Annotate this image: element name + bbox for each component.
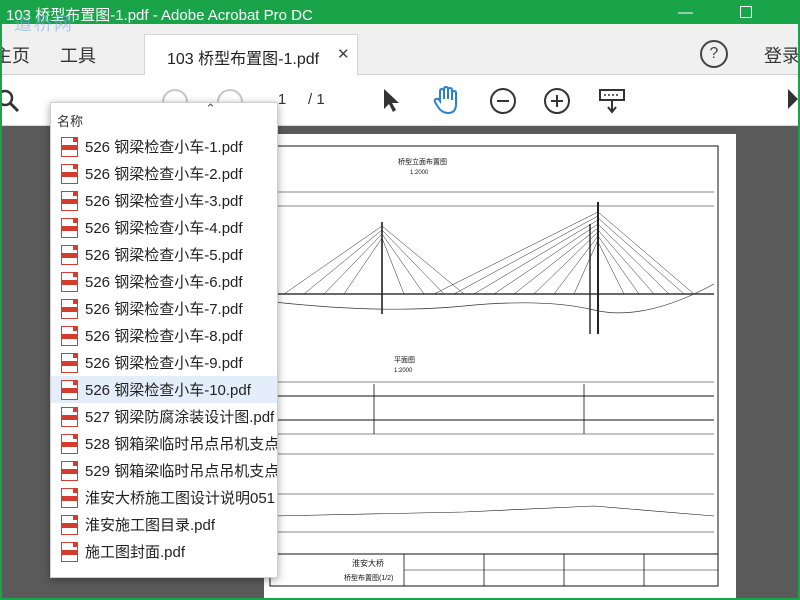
help-icon[interactable]: ? (700, 40, 728, 68)
pdf-file-icon (61, 245, 78, 265)
file-name: 528 钢箱梁临时吊点吊机支点 (85, 436, 278, 453)
zoom-out-icon[interactable] (489, 87, 517, 115)
more-tools-icon[interactable] (786, 87, 800, 111)
elevation-scale: 1:2000 (410, 170, 429, 176)
file-item[interactable]: 526 钢梁检查小车-4.pdf (51, 214, 277, 241)
plan-scale: 1:2000 (394, 368, 413, 374)
select-cursor-icon[interactable] (380, 87, 402, 113)
document-tab-label: 103 桥型布置图-1.pdf (167, 51, 320, 68)
file-name: 526 钢梁检查小车-6.pdf (85, 274, 243, 291)
app-window: 103 桥型布置图-1.pdf - Adobe Acrobat Pro DC —… (0, 0, 800, 600)
elevation-title: 桥型立面布置图 (398, 157, 447, 166)
pdf-file-icon (61, 299, 78, 319)
file-name: 526 钢梁检查小车-2.pdf (85, 166, 243, 183)
recent-files-popup: 名称 ⌃ 526 钢梁检查小车-1.pdf 526 钢梁检查小车-2.pdf 526… (50, 102, 278, 578)
maximize-icon[interactable] (740, 6, 752, 18)
pdf-file-icon (61, 488, 78, 508)
pdf-file-icon (61, 515, 78, 535)
file-item[interactable]: 淮安施工图目录.pdf (51, 511, 277, 538)
file-name: 526 钢梁检查小车-4.pdf (85, 220, 243, 237)
marquee-zoom-icon[interactable] (598, 87, 626, 115)
block-subtitle: 桥型布置图(1/2) (344, 573, 393, 582)
site-watermark: 道桥网 (14, 14, 74, 35)
file-item[interactable]: 527 钢梁防腐涂装设计图.pdf (51, 403, 277, 430)
file-name: 527 钢梁防腐涂装设计图.pdf (85, 409, 275, 426)
file-item[interactable]: 526 钢梁检查小车-3.pdf (51, 187, 277, 214)
block-title: 淮安大桥 (352, 558, 384, 568)
pdf-file-icon (61, 164, 78, 184)
file-item[interactable]: 526 钢梁检查小车-10.pdf (51, 376, 277, 403)
pdf-file-icon (61, 353, 78, 373)
name-column-header[interactable]: 名称 (57, 111, 83, 130)
minimize-icon[interactable]: — (678, 4, 693, 21)
page-total: / 1 (308, 91, 325, 108)
title-bar: 103 桥型布置图-1.pdf - Adobe Acrobat Pro DC — (2, 2, 798, 24)
file-item[interactable]: 528 钢箱梁临时吊点吊机支点 (51, 430, 277, 457)
signin-link[interactable]: 登录 (764, 42, 798, 68)
tab-home[interactable]: 主页 (2, 42, 30, 68)
file-name: 526 钢梁检查小车-1.pdf (85, 139, 243, 156)
pdf-file-icon (61, 272, 78, 292)
close-icon[interactable]: ✕ (337, 45, 350, 63)
file-item[interactable]: 526 钢梁检查小车-8.pdf (51, 322, 277, 349)
pdf-file-icon (61, 542, 78, 562)
file-item[interactable]: 施工图封面.pdf (51, 538, 277, 565)
pdf-file-icon (61, 461, 78, 481)
file-item[interactable]: 淮安大桥施工图设计说明051 (51, 484, 277, 511)
engineering-drawing: 桥型立面布置图 1:2000 平面图 1:2000 淮安大桥 桥型布置图(1/2… (269, 145, 719, 587)
tab-document[interactable]: 103 桥型布置图-1.pdf ✕ (144, 34, 358, 75)
file-item[interactable]: 529 钢箱梁临时吊点吊机支点 (51, 457, 277, 484)
sort-chevron-icon[interactable]: ⌃ (205, 103, 216, 117)
file-item[interactable]: 526 钢梁检查小车-1.pdf (51, 133, 277, 160)
search-icon[interactable] (0, 89, 20, 113)
file-name: 526 钢梁检查小车-9.pdf (85, 355, 243, 372)
pdf-file-icon (61, 380, 78, 400)
file-item[interactable]: 526 钢梁检查小车-5.pdf (51, 241, 277, 268)
file-name: 淮安大桥施工图设计说明051 (85, 490, 276, 507)
file-name: 529 钢箱梁临时吊点吊机支点 (85, 463, 278, 480)
file-item[interactable]: 526 钢梁检查小车-2.pdf (51, 160, 277, 187)
hand-tool-icon[interactable] (432, 85, 462, 115)
tab-bar: 主页 工具 103 桥型布置图-1.pdf ✕ ? 登录 (2, 24, 798, 75)
pdf-file-icon (61, 326, 78, 346)
pdf-file-icon (61, 191, 78, 211)
pdf-file-icon (61, 434, 78, 454)
file-name: 526 钢梁检查小车-10.pdf (85, 382, 251, 399)
file-item[interactable]: 526 钢梁检查小车-6.pdf (51, 268, 277, 295)
tab-tools[interactable]: 工具 (60, 42, 96, 68)
file-name: 施工图封面.pdf (85, 544, 186, 561)
pdf-file-icon (61, 137, 78, 157)
file-name: 淮安施工图目录.pdf (85, 517, 216, 534)
file-name: 526 钢梁检查小车-8.pdf (85, 328, 243, 345)
zoom-in-icon[interactable] (543, 87, 571, 115)
file-item[interactable]: 526 钢梁检查小车-9.pdf (51, 349, 277, 376)
pdf-page: 桥型立面布置图 1:2000 平面图 1:2000 淮安大桥 桥型布置图(1/2… (264, 134, 736, 598)
file-name: 526 钢梁检查小车-5.pdf (85, 247, 243, 264)
plan-title: 平面图 (394, 356, 415, 364)
file-list: 526 钢梁检查小车-1.pdf 526 钢梁检查小车-2.pdf 526 钢梁检查… (51, 133, 277, 565)
file-item[interactable]: 526 钢梁检查小车-7.pdf (51, 295, 277, 322)
file-name: 526 钢梁检查小车-7.pdf (85, 301, 243, 318)
pdf-file-icon (61, 407, 78, 427)
pdf-file-icon (61, 218, 78, 238)
file-name: 526 钢梁检查小车-3.pdf (85, 193, 243, 210)
